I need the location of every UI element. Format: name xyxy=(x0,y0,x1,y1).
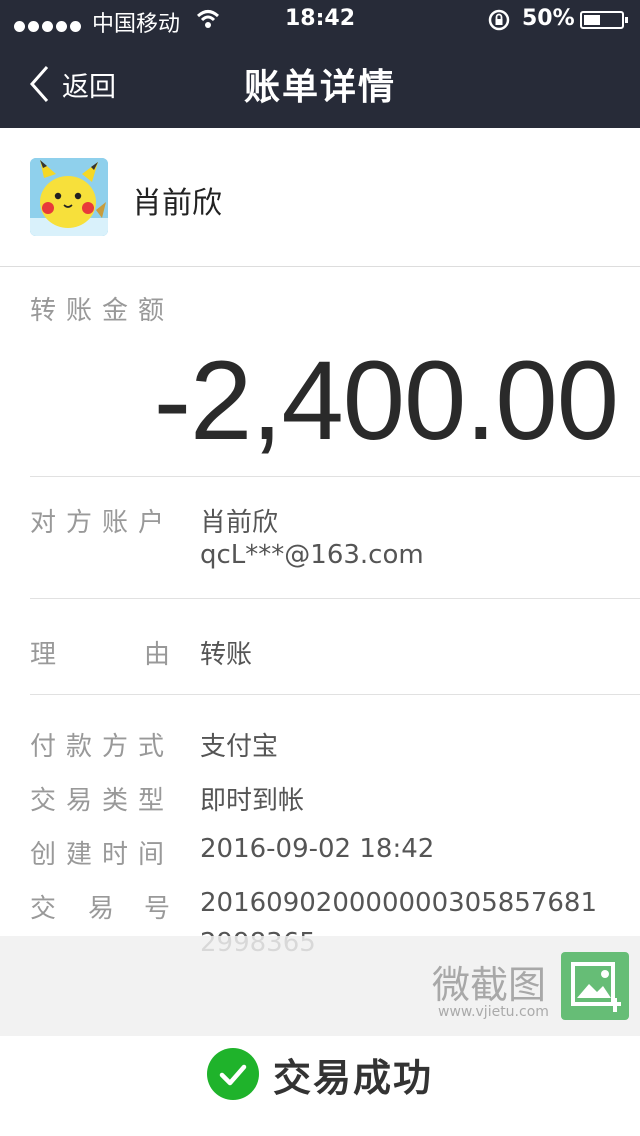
pikachu-avatar-image xyxy=(30,158,108,236)
battery-icon xyxy=(580,11,628,29)
trade-no-label-char-3: 号 xyxy=(144,894,171,924)
payment-method-value: 支付宝 xyxy=(200,732,279,762)
counterparty-name: 肖前欣 xyxy=(200,508,279,538)
check-circle-icon xyxy=(206,1048,259,1100)
trade-no-label-char-1: 交 xyxy=(30,894,57,924)
transaction-status-text: 交易成功 xyxy=(272,1055,433,1100)
battery-percent: 50% xyxy=(522,6,575,31)
trade-type-label: 交易类型 xyxy=(30,786,175,816)
trade-no-label-char-2: 易 xyxy=(88,894,115,924)
transaction-status: 交易成功 xyxy=(0,1046,640,1102)
avatar[interactable] xyxy=(30,158,108,236)
status-bar: 中国移动 18:42 50% xyxy=(0,0,640,40)
watermark-url: www.vjietu.com xyxy=(438,1004,549,1020)
payee-header: 肖前欣 xyxy=(0,128,640,267)
reason-value: 转账 xyxy=(200,640,253,670)
amount-label: 转账金额 xyxy=(30,296,175,326)
screenshot-logo-icon xyxy=(561,952,629,1020)
rotation-lock-icon xyxy=(488,9,510,31)
created-time-label: 创建时间 xyxy=(30,840,175,870)
trade-no-value: 201609020000000305857681 xyxy=(200,888,598,918)
counterparty-label: 对方账户 xyxy=(30,508,175,538)
divider xyxy=(30,476,640,477)
counterparty-account: qcL***@163.com xyxy=(200,540,424,570)
reason-label-char-1: 理 xyxy=(30,640,57,670)
page-title: 账单详情 xyxy=(243,67,396,108)
divider xyxy=(30,598,640,599)
payment-method-label: 付款方式 xyxy=(30,732,175,762)
top-bar: 中国移动 18:42 50% 返回 账单详情 xyxy=(0,0,640,128)
amount-value: -2,400.00 xyxy=(153,338,619,463)
watermark-overlay: 微截图 www.vjietu.com xyxy=(0,936,640,1036)
watermark-text: 微截图 xyxy=(432,963,547,1007)
payee-name: 肖前欣 xyxy=(132,186,222,221)
created-time-value: 2016-09-02 18:42 xyxy=(200,834,435,864)
divider xyxy=(30,694,640,695)
reason-label-char-2: 由 xyxy=(144,640,171,670)
trade-type-value: 即时到帐 xyxy=(200,786,305,816)
